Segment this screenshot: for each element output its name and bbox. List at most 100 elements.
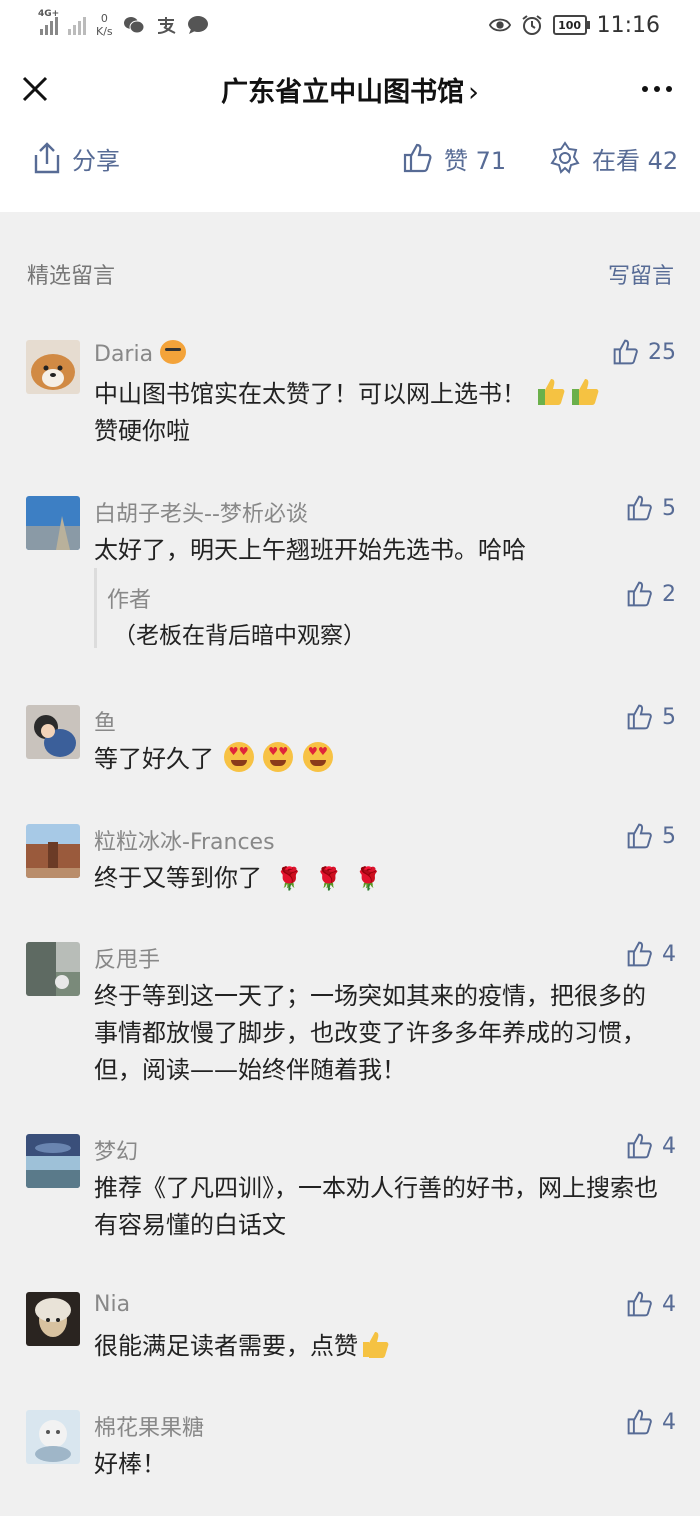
like-count: 5	[662, 495, 676, 521]
watching-button[interactable]: 在看 42	[548, 138, 678, 178]
avatar[interactable]	[26, 1134, 80, 1188]
action-bar: 分享 赞 71 在看 42	[0, 130, 700, 212]
comment-author: 粒粒冰冰-Frances	[94, 830, 275, 855]
comment-author: 梦幻	[94, 1140, 139, 1165]
comment-author: 白胡子老头--梦析必谈	[94, 502, 308, 527]
like-count: 2	[662, 581, 676, 607]
reply-like-button[interactable]: 2	[626, 580, 676, 608]
comment-like-button[interactable]: 4	[626, 1132, 676, 1160]
star-struck-emoji-icon	[263, 742, 294, 772]
like-button[interactable]: 赞 71	[402, 138, 506, 178]
thumbs-up-icon	[403, 143, 432, 173]
avatar[interactable]	[26, 1292, 80, 1346]
more-dot	[666, 86, 672, 92]
eye-icon	[488, 14, 511, 36]
network-speed: 0 K/s	[96, 12, 113, 38]
thumbs-up-emoji-icon	[536, 377, 568, 407]
alipay-icon	[155, 14, 177, 36]
wechat-icon	[123, 14, 145, 36]
speed-value: 0	[100, 12, 108, 25]
account-title[interactable]: 广东省立中山图书馆 ›	[0, 70, 700, 109]
thumbs-up-icon	[627, 1133, 652, 1159]
comment-author: 棉花果果糖	[94, 1416, 205, 1441]
thumbs-up-icon	[627, 1409, 652, 1435]
thumbs-up-icon	[627, 495, 652, 521]
like-count: 25	[648, 339, 676, 365]
chevron-right-icon: ›	[468, 77, 479, 108]
avatar[interactable]	[26, 496, 80, 550]
like-count: 4	[662, 1133, 676, 1159]
star-struck-emoji-icon	[223, 742, 254, 772]
comment-author: Nia	[94, 1292, 131, 1317]
comment-text: 中山图书馆实在太赞了！可以网上选书！ 赞硬你啦	[94, 376, 666, 450]
clock: 11:16	[596, 12, 660, 38]
thumbs-up-icon	[627, 704, 652, 730]
comment-like-button[interactable]: 4	[626, 940, 676, 968]
thumbs-up-icon	[627, 941, 652, 967]
comment-text: 很能满足读者需要，点赞	[94, 1328, 666, 1365]
author-reply: 作者 （老板在背后暗中观察） 2	[94, 568, 676, 649]
avatar[interactable]	[26, 340, 80, 394]
comment-author: 鱼	[94, 711, 117, 736]
comment-text: 终于又等到你了 🌹 🌹 🌹	[94, 860, 666, 898]
reply-author: 作者	[107, 588, 152, 613]
avatar[interactable]	[26, 705, 80, 759]
more-dot	[654, 86, 660, 92]
share-label: 分享	[72, 146, 120, 175]
battery-icon: 100	[552, 15, 590, 35]
more-dot	[642, 86, 648, 92]
account-name: 广东省立中山图书馆	[221, 77, 465, 108]
thumbs-up-emoji-icon	[360, 1329, 392, 1359]
like-count: 4	[662, 1409, 676, 1435]
comment-like-button[interactable]: 25	[612, 338, 676, 366]
like-count: 4	[662, 941, 676, 967]
comment-text: 终于等到这一天了；一场突如其来的疫情，把很多的事情都放慢了脚步，也改变了许多多年…	[94, 982, 646, 1084]
signal-2-icon	[68, 15, 86, 35]
nav-bar: 广东省立中山图书馆 ›	[0, 50, 700, 130]
share-icon	[34, 142, 60, 174]
like-count: 5	[662, 704, 676, 730]
comment-author: Daria	[94, 340, 187, 367]
comment-like-button[interactable]: 5	[626, 494, 676, 522]
status-bar: 4G+ 0 K/s 100 11:16	[0, 0, 700, 50]
status-right: 100 11:16	[488, 8, 660, 42]
watching-label: 在看 42	[592, 146, 679, 175]
status-left: 4G+ 0 K/s	[38, 8, 209, 42]
comment-text: 推荐《了凡四训》，一本劝人行善的好书，网上搜索也有容易懂的白话文	[94, 1174, 658, 1239]
reply-text: （老板在背后暗中观察）	[113, 623, 366, 649]
thumbs-up-icon	[627, 823, 652, 849]
comment-like-button[interactable]: 5	[626, 703, 676, 731]
rose-emoji-icon: 🌹	[275, 867, 304, 892]
message-icon	[187, 14, 209, 36]
comments-header: 精选留言 写留言	[27, 258, 674, 290]
comment-author: 反甩手	[94, 948, 161, 973]
rose-emoji-icon: 🌹	[315, 867, 343, 892]
thumbs-up-icon	[627, 1291, 652, 1317]
like-count: 5	[662, 823, 676, 849]
featured-comments-title: 精选留言	[27, 264, 116, 289]
avatar[interactable]	[26, 824, 80, 878]
like-label: 赞 71	[444, 146, 507, 175]
comment-like-button[interactable]: 4	[626, 1290, 676, 1318]
share-button[interactable]: 分享	[32, 138, 120, 178]
comment-like-button[interactable]: 5	[626, 822, 676, 850]
tiger-emoji-icon	[160, 340, 187, 364]
avatar[interactable]	[26, 1410, 80, 1464]
alarm-icon	[521, 14, 543, 36]
thumbs-up-emoji-icon	[570, 377, 602, 407]
write-comment-button[interactable]: 写留言	[608, 258, 674, 290]
more-button[interactable]	[642, 86, 672, 92]
like-count: 4	[662, 1291, 676, 1317]
thumbs-up-icon	[613, 339, 638, 365]
watching-icon	[550, 141, 580, 174]
avatar[interactable]	[26, 942, 80, 996]
comment-text: 好棒！	[94, 1450, 166, 1478]
star-struck-emoji-icon	[302, 742, 333, 772]
comment-like-button[interactable]: 4	[626, 1408, 676, 1436]
comment-text: 太好了，明天上午翘班开始先选书。哈哈	[94, 536, 526, 564]
network-label: 4G+	[38, 9, 60, 19]
rose-emoji-icon: 🌹	[354, 867, 382, 892]
speed-unit: K/s	[96, 25, 113, 38]
thumbs-up-icon	[627, 581, 652, 607]
comment-text: 等了好久了	[94, 741, 666, 778]
